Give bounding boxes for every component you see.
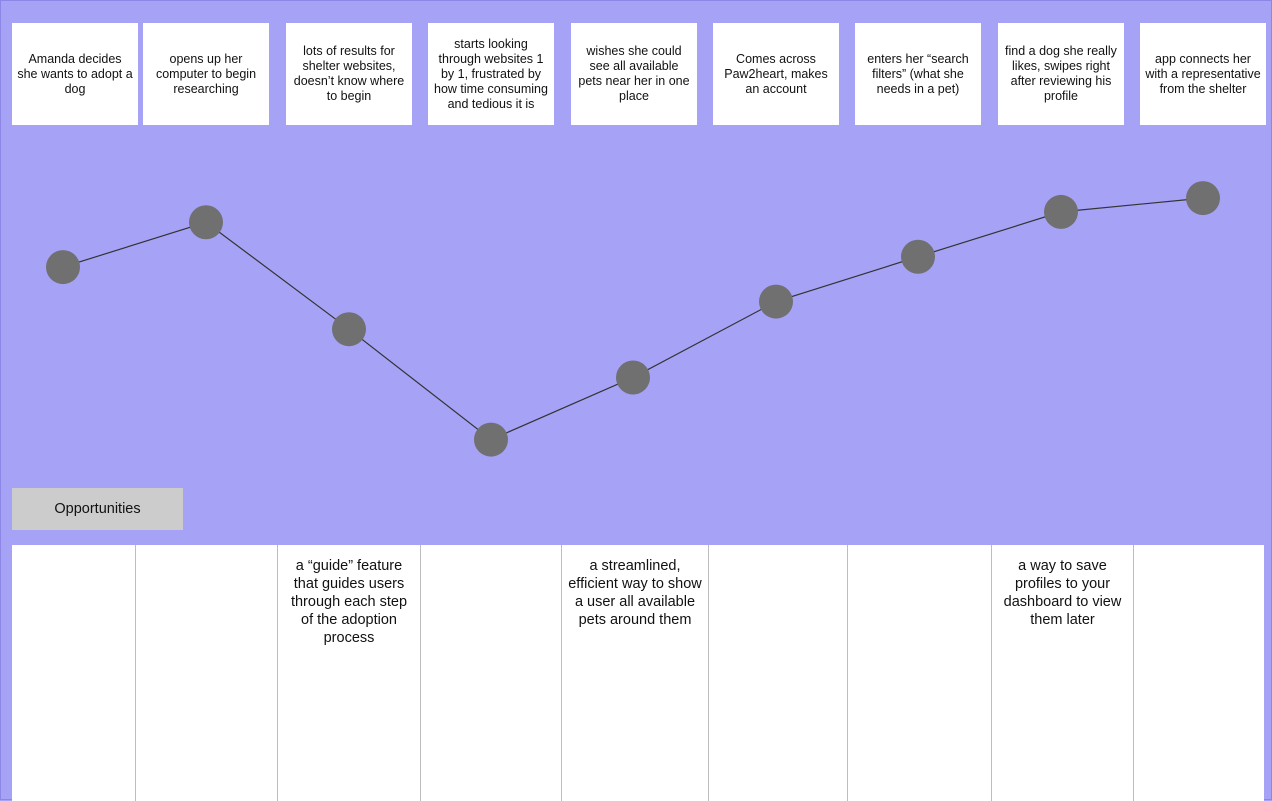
emotion-point-6 — [759, 284, 793, 319]
emotion-point-5 — [616, 360, 650, 395]
emotion-point-3 — [332, 312, 366, 347]
opportunity-cell: a way to save profiles to your dashboard… — [992, 545, 1134, 801]
opportunity-cell — [136, 545, 278, 801]
emotion-point-1 — [46, 250, 80, 285]
opportunity-cell — [848, 545, 992, 801]
opportunity-cell — [1134, 545, 1264, 801]
emotion-line — [62, 197, 1204, 441]
opportunities-row: a “guide” feature that guides users thro… — [12, 545, 1264, 801]
emotion-point-9 — [1186, 181, 1220, 216]
opportunity-cell — [12, 545, 136, 801]
emotion-point-4 — [474, 422, 508, 457]
emotion-point-7 — [901, 239, 935, 274]
opportunity-cell — [709, 545, 848, 801]
opportunity-cell — [421, 545, 562, 801]
opportunities-label: Opportunities — [12, 488, 183, 530]
opportunity-cell: a “guide” feature that guides users thro… — [278, 545, 421, 801]
opportunity-cell: a streamlined, efficient way to show a u… — [562, 545, 709, 801]
journey-map-canvas: Amanda decides she wants to adopt a dog … — [0, 0, 1272, 801]
emotion-point-2 — [189, 205, 223, 240]
emotion-point-8 — [1044, 194, 1078, 229]
